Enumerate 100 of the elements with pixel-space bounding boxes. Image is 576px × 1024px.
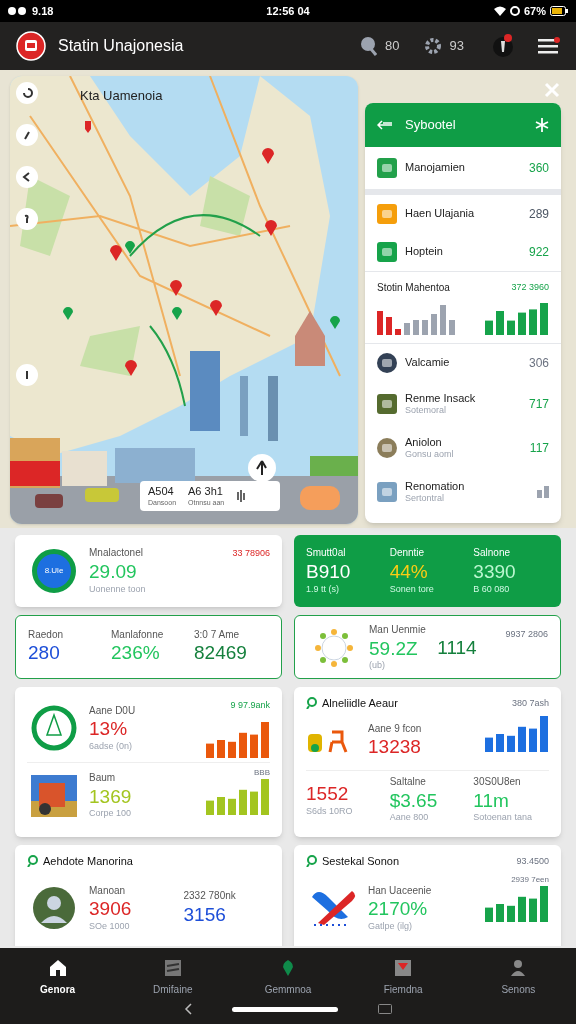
home-indicator[interactable] bbox=[232, 1006, 338, 1012]
route-icon bbox=[236, 490, 247, 502]
nav-tab[interactable]: Fiemdna bbox=[358, 958, 449, 997]
card-note: 9937 2806 bbox=[505, 628, 548, 641]
wifi-icon bbox=[493, 6, 506, 16]
metric-label: Han Uaceenie bbox=[368, 884, 433, 897]
metric-value: 13% bbox=[89, 717, 129, 741]
leaf-icon bbox=[306, 697, 318, 710]
battery-percent: 67% bbox=[523, 3, 546, 19]
search-button[interactable]: 80 bbox=[359, 36, 400, 56]
metric-sublabel: Corpe 100 bbox=[89, 808, 133, 820]
item-sublabel: Gonsu aoml bbox=[405, 449, 455, 461]
clock-icon bbox=[31, 705, 77, 752]
item-label: Valcamie bbox=[405, 356, 451, 370]
metric-value: B910 bbox=[306, 559, 352, 584]
thumbnail-icon bbox=[377, 394, 397, 414]
item-label: Aniolon bbox=[405, 435, 443, 450]
search-count: 80 bbox=[385, 37, 400, 56]
metric-value: 82469 bbox=[194, 641, 248, 666]
settings-count: 93 bbox=[449, 37, 464, 56]
metric-sublabel: Sonen tore bbox=[389, 583, 435, 595]
item-label: Renme Insack bbox=[405, 391, 477, 406]
section-value: 372 3960 bbox=[511, 280, 549, 294]
zoom-button[interactable] bbox=[16, 364, 38, 386]
metric-value: 44% bbox=[389, 559, 429, 584]
metric-label: Mnalactonel bbox=[89, 547, 144, 560]
chart-label: BBB bbox=[254, 766, 270, 779]
item-label: Hoptein bbox=[405, 245, 444, 259]
metric-label: Manlafonne bbox=[111, 628, 165, 642]
metric-sublabel: (ub) bbox=[369, 660, 386, 672]
metric-sublabel: 6adse (0n) bbox=[89, 740, 134, 752]
newspaper-icon bbox=[162, 958, 183, 978]
item-value: 289 bbox=[528, 206, 549, 223]
item-label: Manojamien bbox=[405, 161, 466, 175]
metric-label: 30S0U8en bbox=[473, 776, 522, 789]
photo-placeholder bbox=[31, 774, 77, 817]
metric-value: $3.65 bbox=[389, 788, 439, 813]
card-title: Aehdote Manorina bbox=[43, 854, 134, 869]
metric-label: Denntie bbox=[389, 547, 426, 560]
nav-tab[interactable]: Gemmnoa bbox=[242, 958, 333, 997]
info-button[interactable] bbox=[16, 208, 38, 230]
metric-sublabel: SOe 1000 bbox=[89, 920, 131, 932]
metric-value: 1552 bbox=[306, 782, 350, 807]
menu-icon[interactable] bbox=[538, 37, 560, 55]
notification-bell-icon[interactable] bbox=[492, 34, 514, 58]
nav-tab[interactable]: Dmifaine bbox=[127, 958, 218, 997]
metric-label: Salnone bbox=[473, 547, 512, 560]
metric-value: 280 bbox=[28, 641, 61, 666]
item-value: 306 bbox=[528, 355, 549, 372]
back-icon[interactable] bbox=[377, 120, 393, 130]
card-note: 9 97.9ank bbox=[230, 699, 270, 712]
nav-tab[interactable]: Senons bbox=[473, 958, 564, 997]
nav-tab[interactable]: Genora bbox=[12, 958, 103, 997]
metric-value: 11m bbox=[473, 788, 510, 813]
temple-drawing bbox=[295, 311, 325, 366]
metric-label: Manoan bbox=[89, 884, 127, 897]
metric-value: 3906 bbox=[89, 897, 133, 921]
search-icon bbox=[359, 36, 378, 56]
metric-value: 29.09 bbox=[89, 559, 138, 584]
bar-sparkline bbox=[485, 303, 549, 335]
settings-button[interactable]: 93 bbox=[423, 36, 464, 56]
settings-icon bbox=[423, 37, 442, 55]
metric-sublabel: B 60 080 bbox=[473, 583, 511, 595]
item-value: 922 bbox=[528, 244, 549, 261]
navigate-button[interactable] bbox=[248, 454, 276, 482]
metric-label: 3:0 7 Ame bbox=[194, 628, 241, 642]
metric-value: 236% bbox=[111, 641, 161, 666]
back-button[interactable] bbox=[16, 166, 38, 188]
card-title: Alneliidle Aeaur bbox=[322, 696, 399, 711]
chart-label: 2939 7een bbox=[511, 873, 549, 886]
item-sublabel: Sotemoral bbox=[405, 405, 448, 417]
card-note: 93.4500 bbox=[516, 854, 549, 868]
map-title: Kta Uamenoia bbox=[80, 87, 163, 105]
alarm-icon bbox=[509, 6, 520, 16]
metric-sublabel: Gatlpe (ilg) bbox=[368, 920, 413, 932]
refresh-button[interactable] bbox=[16, 82, 38, 104]
thumbnail-icon bbox=[377, 438, 397, 458]
metric-value: 3156 bbox=[183, 902, 227, 927]
item-label: Haen Ulajania bbox=[405, 207, 476, 221]
panel-title: Sybootel bbox=[405, 116, 457, 135]
metric-value: 59.2Z bbox=[369, 636, 419, 661]
recents-icon[interactable] bbox=[378, 1004, 392, 1014]
flag-icon bbox=[393, 958, 414, 978]
metric-value: 13238 bbox=[368, 735, 422, 759]
notification-dots-icon bbox=[8, 7, 28, 15]
thumbnail-icon bbox=[377, 482, 397, 502]
status-time: 9.18 bbox=[32, 3, 54, 19]
section-title: Stotin Mahentoa bbox=[377, 281, 450, 295]
metric-sublabel: Aane 800 bbox=[389, 812, 430, 824]
metric-sublabel: Uonenne toon bbox=[89, 583, 147, 595]
thumbnail-icon bbox=[377, 158, 397, 178]
app-logo bbox=[16, 31, 46, 61]
metric-label: Smutt0al bbox=[306, 547, 347, 560]
metric-label: Baum bbox=[89, 772, 117, 785]
back-nav-icon[interactable] bbox=[184, 1003, 192, 1015]
edit-button[interactable] bbox=[16, 124, 38, 146]
star-icon[interactable] bbox=[535, 118, 549, 132]
card-title: Sestekal Sonon bbox=[322, 854, 401, 869]
info-value: A504 bbox=[148, 486, 175, 497]
bar-icon bbox=[537, 486, 549, 498]
